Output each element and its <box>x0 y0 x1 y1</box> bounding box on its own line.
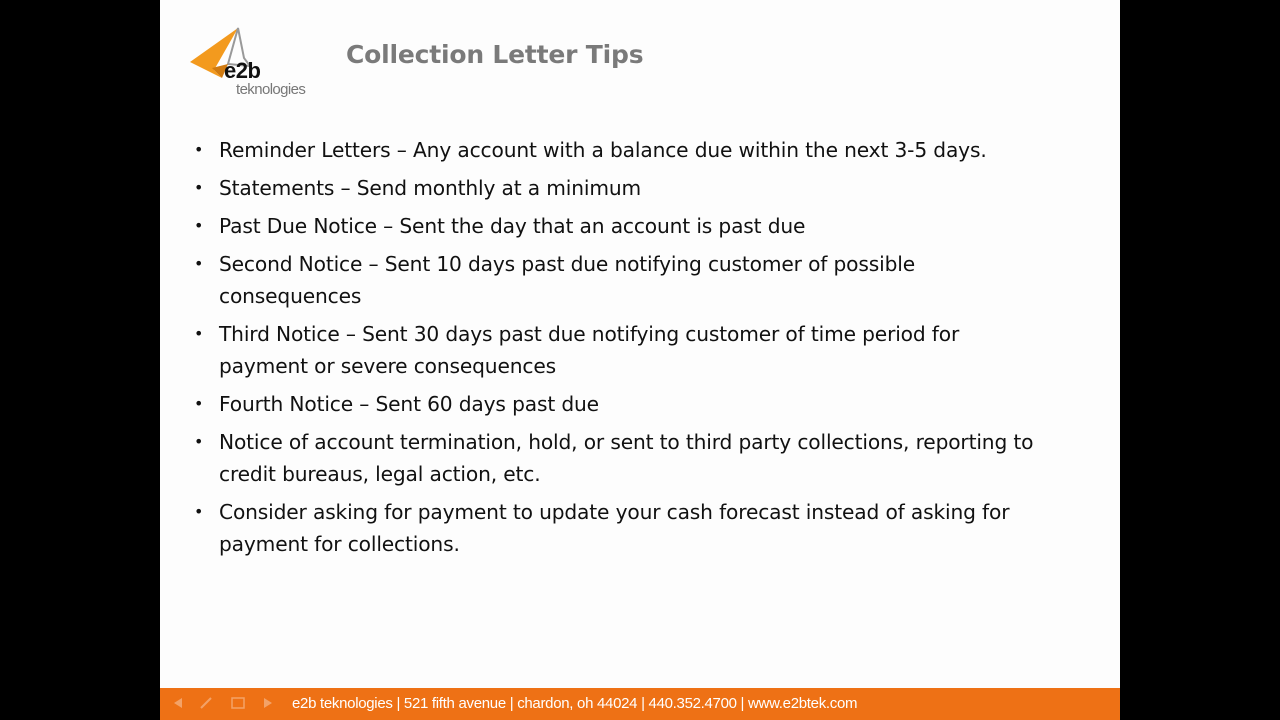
bullet-item: • Consider asking for payment to update y… <box>194 496 1094 560</box>
bullet-icon: • <box>194 178 204 197</box>
bullet-item: • Statements – Send monthly at a minimum <box>194 172 1094 204</box>
bullet-item: • Second Notice – Sent 10 days past due n… <box>194 248 979 312</box>
bullet-list: • Reminder Letters – Any account with a b… <box>194 134 1094 566</box>
previous-icon[interactable] <box>170 696 186 710</box>
bullet-item: • Fourth Notice – Sent 60 days past due <box>194 388 1094 420</box>
bullet-item: • Reminder Letters – Any account with a b… <box>194 134 1094 166</box>
bullet-icon: • <box>194 394 204 413</box>
menu-icon[interactable] <box>230 696 246 710</box>
bullet-icon: • <box>194 324 204 343</box>
bullet-item: • Notice of account termination, hold, or… <box>194 426 1094 490</box>
bullet-item: • Past Due Notice – Sent the day that an … <box>194 210 1094 242</box>
footer-contact-text: e2b teknologies | 521 fifth avenue | cha… <box>292 695 858 712</box>
bullet-icon: • <box>194 432 204 451</box>
bullet-item: • Third Notice – Sent 30 days past due no… <box>194 318 1039 382</box>
slide: e2b teknologies Collection Letter Tips •… <box>160 0 1120 720</box>
footer-bar: e2b teknologies | 521 fifth avenue | cha… <box>160 688 1120 720</box>
e2b-logo: e2b teknologies <box>188 26 318 102</box>
pen-icon[interactable] <box>198 696 214 710</box>
bullet-icon: • <box>194 502 204 521</box>
bullet-icon: • <box>194 140 204 159</box>
logo-subtitle: teknologies <box>236 81 306 98</box>
bullet-icon: • <box>194 216 204 235</box>
next-icon[interactable] <box>260 696 276 710</box>
slide-title: Collection Letter Tips <box>346 40 644 69</box>
bullet-icon: • <box>194 254 204 273</box>
